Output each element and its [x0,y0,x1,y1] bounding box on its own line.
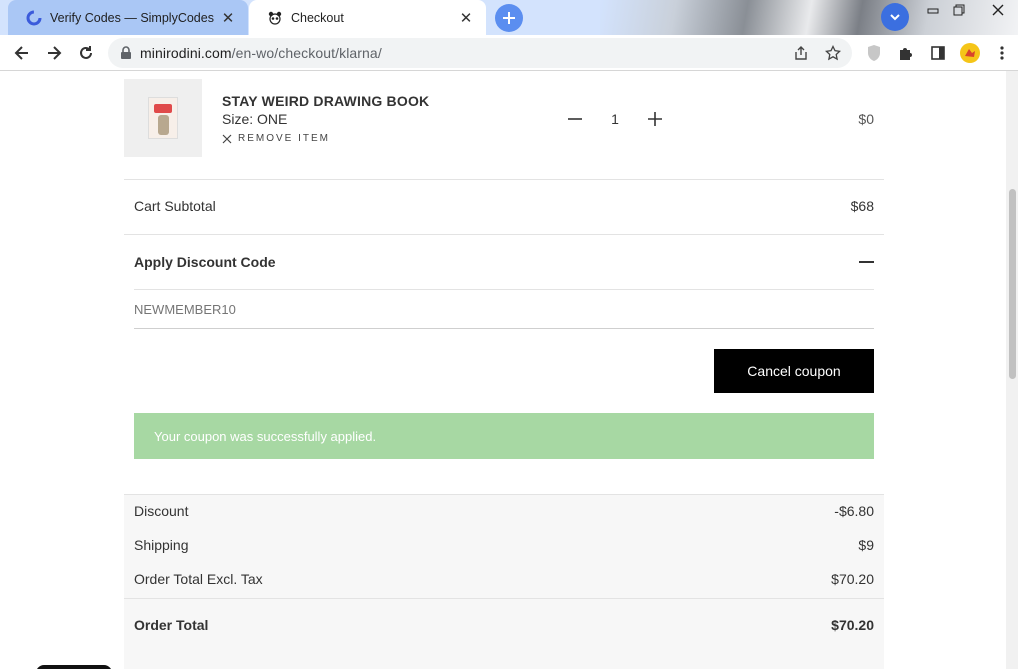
profile-avatar[interactable] [957,40,983,66]
tab-checkout[interactable]: Checkout ✕ [249,0,486,35]
shipping-label: Shipping [134,537,189,553]
back-arrow-icon [14,46,28,60]
minimize-icon [927,8,939,14]
minimize-button[interactable] [921,0,945,20]
lock-icon [121,46,131,59]
share-icon[interactable] [791,43,811,63]
cart-subtotal-label: Cart Subtotal [134,198,216,214]
shipping-value: $9 [858,537,874,553]
menu-kebab-icon[interactable] [989,40,1015,66]
minirodini-panda-icon [267,10,283,26]
checkout-page: STAY WEIRD DRAWING BOOK Size: ONE REMOVE… [0,71,1006,669]
decrease-quantity-button[interactable] [565,109,585,129]
cancel-coupon-button[interactable]: Cancel coupon [714,349,874,393]
tab-search-button[interactable] [881,3,909,31]
close-icon [992,4,1004,16]
tab-title: Verify Codes — SimplyCodes [50,10,214,25]
product-price: $0 [858,111,874,127]
increase-quantity-button[interactable] [645,109,665,129]
close-window-button[interactable] [986,0,1010,20]
forward-button[interactable] [41,40,67,66]
chat-widget-edge[interactable] [36,665,112,669]
order-total-excl-tax-label: Order Total Excl. Tax [134,571,263,587]
url-domain: minirodini.com [140,45,232,61]
close-tab-icon[interactable]: ✕ [458,10,474,27]
coupon-success-message: Your coupon was successfully applied. [134,413,874,459]
apply-discount-code-label[interactable]: Apply Discount Code [134,254,276,270]
order-total-label: Order Total [134,617,209,633]
remove-item-button[interactable]: REMOVE ITEM [222,133,330,144]
order-totals-panel: Discount -$6.80 Shipping $9 Order Total … [124,494,884,669]
url-path: /en-wo/checkout/klarna/ [231,45,382,61]
scrollbar-thumb[interactable] [1009,189,1016,379]
page-scrollbar[interactable] [1006,71,1018,669]
restore-icon [953,4,965,16]
reload-button[interactable] [73,40,99,66]
back-button[interactable] [9,40,35,66]
browser-toolbar: minirodini.com/en-wo/checkout/klarna/ [0,35,1018,71]
simplycodes-icon [26,10,42,26]
order-total-value: $70.20 [831,617,874,633]
collapse-discount-button[interactable] [859,253,874,271]
side-panel-icon[interactable] [925,40,951,66]
plus-icon [503,12,515,24]
close-icon [222,134,232,144]
coupon-code-input[interactable] [134,291,874,329]
divider [124,234,884,235]
product-name: STAY WEIRD DRAWING BOOK [222,93,430,109]
shield-extension-icon[interactable] [861,40,887,66]
remove-item-label: REMOVE ITEM [238,133,331,144]
drawing-book-cover [148,97,178,139]
forward-arrow-icon [48,46,62,60]
divider [134,289,874,290]
close-tab-icon[interactable]: ✕ [220,10,236,27]
minus-icon [859,261,874,263]
bookmark-star-icon[interactable] [823,43,843,63]
address-bar[interactable]: minirodini.com/en-wo/checkout/klarna/ [108,38,852,68]
quantity-value: 1 [611,111,619,127]
plus-icon [648,112,662,126]
cart-subtotal-value: $68 [850,198,874,214]
divider [124,179,884,180]
minus-icon [568,118,582,120]
divider [124,598,884,599]
product-image [124,79,202,157]
browser-tab-strip: Verify Codes — SimplyCodes ✕ Checkout ✕ [0,0,1018,35]
tab-title: Checkout [291,10,344,25]
restore-button[interactable] [947,0,971,20]
discount-label: Discount [134,503,189,519]
chevron-down-icon [890,14,900,21]
order-total-excl-tax-value: $70.20 [831,571,874,587]
reload-icon [80,46,92,59]
discount-value: -$6.80 [834,503,874,519]
new-tab-button[interactable] [495,4,523,32]
tab-verify-codes[interactable]: Verify Codes — SimplyCodes ✕ [8,0,248,35]
product-size: Size: ONE [222,111,288,127]
extensions-puzzle-icon[interactable] [893,40,919,66]
